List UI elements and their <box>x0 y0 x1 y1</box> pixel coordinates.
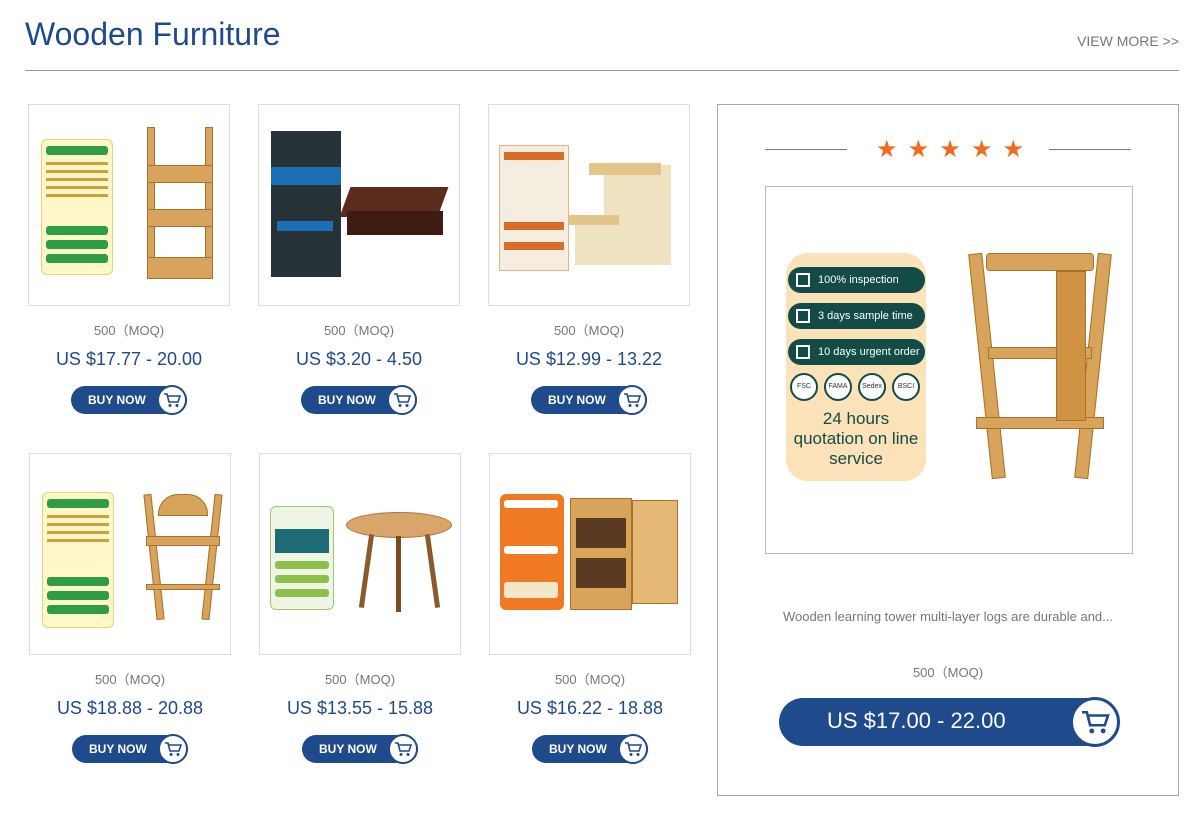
product-image[interactable] <box>29 453 231 655</box>
product-card[interactable]: 500（MOQ) US $16.22 - 18.88 BUY NOW <box>489 453 691 764</box>
cart-icon <box>388 734 418 764</box>
product-price: US $16.22 - 18.88 <box>516 698 664 718</box>
checkbox-icon <box>796 273 810 287</box>
product-moq: 500（MOQ) <box>324 672 396 687</box>
product-price: US $12.99 - 13.22 <box>515 349 663 369</box>
divider-left <box>765 149 847 150</box>
product-image[interactable] <box>488 104 690 306</box>
product-moq: 500（MOQ) <box>554 672 626 687</box>
product-price: US $18.88 - 20.88 <box>56 698 204 718</box>
cart-icon <box>157 385 187 415</box>
checkbox-icon <box>796 309 810 323</box>
badge-sample-time: 3 days sample time <box>788 303 925 329</box>
product-card[interactable]: 500（MOQ) US $17.77 - 20.00 BUY NOW <box>28 104 230 415</box>
product-card[interactable]: 500（MOQ) US $12.99 - 13.22 BUY NOW <box>488 104 690 415</box>
fama-logo: FAMA <box>824 373 852 401</box>
product-card[interactable]: 500（MOQ) US $3.20 - 4.50 BUY NOW <box>258 104 460 415</box>
buy-now-button[interactable]: BUY NOW <box>302 734 418 764</box>
featured-buy-button[interactable]: US $17.00 - 22.00 <box>779 697 1120 747</box>
featured-price: US $17.00 - 22.00 <box>827 708 1006 733</box>
cart-icon <box>617 385 647 415</box>
product-price: US $17.77 - 20.00 <box>55 349 203 369</box>
product-moq: 500（MOQ) <box>94 672 166 687</box>
view-more-link[interactable]: VIEW MORE >> <box>1077 33 1179 49</box>
badge-inspection: 100% inspection <box>788 267 925 293</box>
star-rating: ★ ★ ★ ★ ★ <box>876 135 1024 165</box>
buy-now-button[interactable]: BUY NOW <box>72 734 188 764</box>
cart-icon <box>387 385 417 415</box>
buy-now-button[interactable]: BUY NOW <box>531 385 647 415</box>
header-divider <box>25 70 1179 71</box>
sedex-logo: Sedex <box>858 373 886 401</box>
featured-description: Wooden learning tower multi-layer logs a… <box>783 609 1113 624</box>
product-card[interactable]: 500（MOQ) US $13.55 - 15.88 BUY NOW <box>259 453 461 764</box>
divider-right <box>1049 149 1131 150</box>
featured-product-image[interactable]: 100% inspection 3 days sample time 10 da… <box>765 186 1133 554</box>
buy-now-label: BUY NOW <box>89 742 147 756</box>
service-badge-panel: 100% inspection 3 days sample time 10 da… <box>786 253 926 481</box>
quotation-text: 24 hours quotation on line service <box>793 409 919 468</box>
featured-moq: 500（MOQ) <box>912 665 984 680</box>
product-image[interactable] <box>258 104 460 306</box>
product-price: US $3.20 - 4.50 <box>295 349 423 369</box>
star-icon: ★ <box>970 136 993 163</box>
product-price: US $13.55 - 15.88 <box>286 698 434 718</box>
product-moq: 500（MOQ) <box>323 323 395 338</box>
star-icon: ★ <box>939 136 961 163</box>
bsci-logo: BSCI <box>892 373 920 401</box>
product-moq: 500（MOQ) <box>553 323 625 338</box>
buy-now-button[interactable]: BUY NOW <box>301 385 417 415</box>
star-icon: ★ <box>1002 136 1024 163</box>
checkbox-icon <box>796 345 810 359</box>
buy-now-button[interactable]: BUY NOW <box>532 734 648 764</box>
fsc-logo: FSC <box>790 373 818 401</box>
featured-product-card[interactable]: ★ ★ ★ ★ ★ 100% inspection 3 days sample … <box>717 104 1179 796</box>
buy-now-button[interactable]: BUY NOW <box>71 385 187 415</box>
buy-now-label: BUY NOW <box>549 742 607 756</box>
buy-now-label: BUY NOW <box>318 393 376 407</box>
product-image[interactable] <box>489 453 691 655</box>
star-icon: ★ <box>907 136 930 163</box>
product-image[interactable] <box>259 453 461 655</box>
buy-now-label: BUY NOW <box>88 393 146 407</box>
buy-now-label: BUY NOW <box>548 393 606 407</box>
cart-icon <box>1070 697 1120 747</box>
product-image[interactable] <box>28 104 230 306</box>
cart-icon <box>158 734 188 764</box>
section-title: Wooden Furniture <box>25 16 281 52</box>
badge-urgent-order: 10 days urgent order <box>788 339 925 365</box>
star-icon: ★ <box>876 136 898 163</box>
buy-now-label: BUY NOW <box>319 742 377 756</box>
product-moq: 500（MOQ) <box>93 323 165 338</box>
cart-icon <box>618 734 648 764</box>
product-card[interactable]: 500（MOQ) US $18.88 - 20.88 BUY NOW <box>29 453 231 764</box>
